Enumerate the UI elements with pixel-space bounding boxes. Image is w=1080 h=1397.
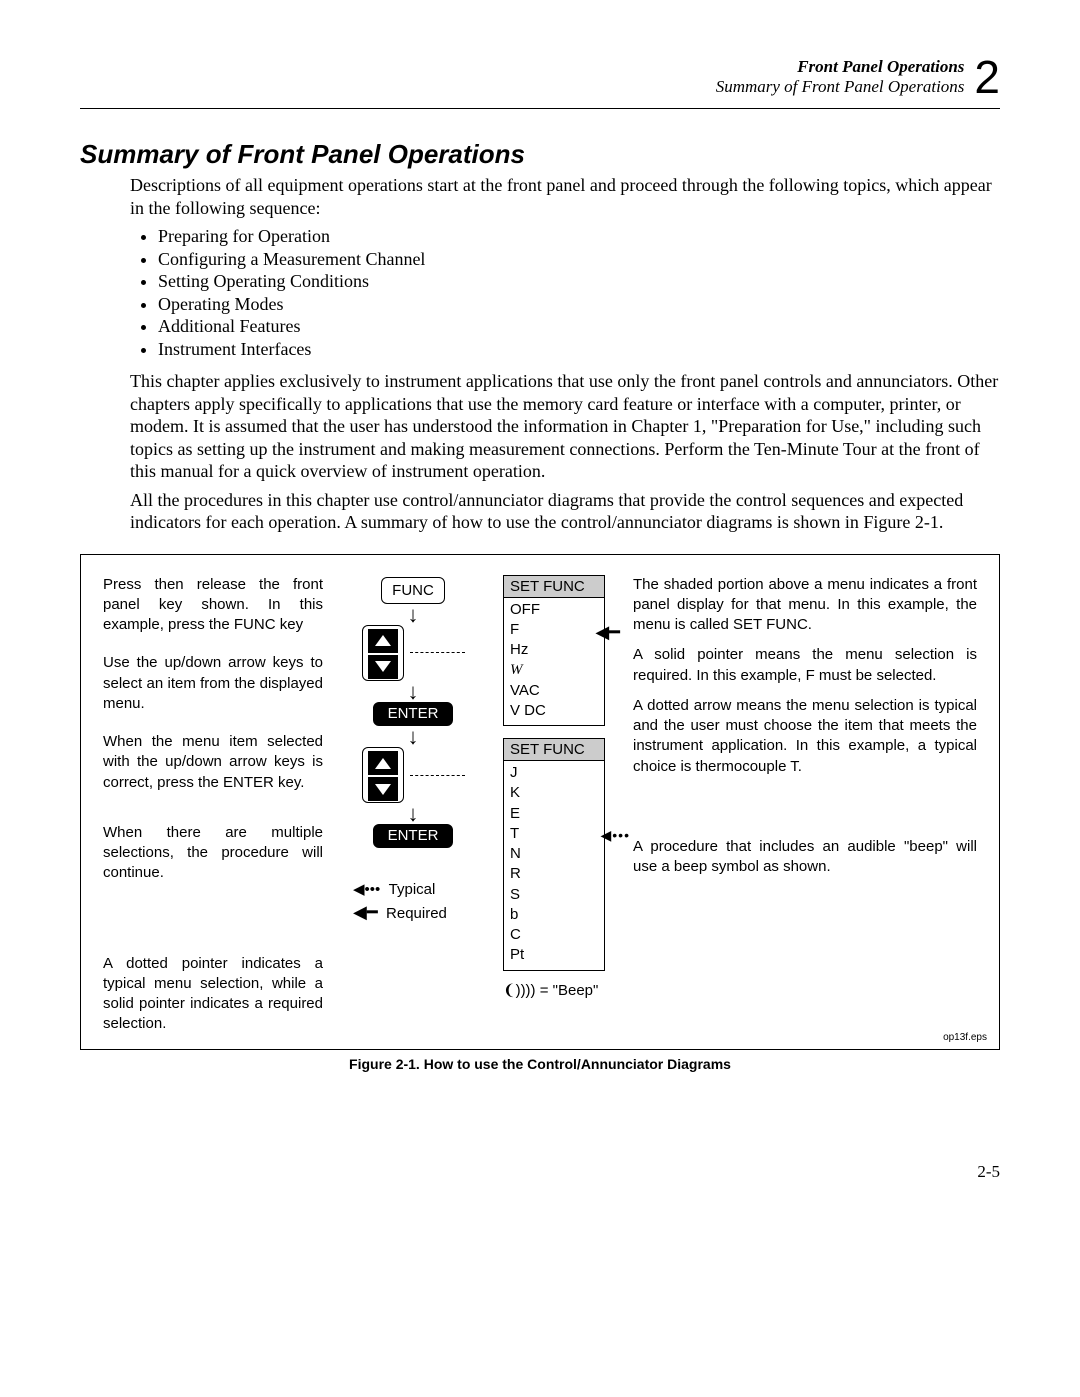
topic-item: Setting Operating Conditions [158, 270, 1000, 293]
down-arrow-icon [368, 655, 398, 679]
dashed-connector [410, 652, 465, 653]
enter-key: ENTER [373, 824, 454, 848]
beep-icon: ❨)))) [503, 982, 536, 999]
topic-item: Operating Modes [158, 293, 1000, 316]
intro-paragraph: Descriptions of all equipment operations… [130, 174, 1000, 219]
flow-arrow-icon: ↓ [408, 730, 419, 743]
fig-left-p4: When there are multiple selections, the … [103, 823, 323, 884]
fig-left-p5: A dotted pointer indicates a typical men… [103, 954, 323, 1035]
figure-box: Press then release the front panel key s… [80, 554, 1000, 1050]
arrow-keys [362, 747, 404, 803]
legend-typical-row: ◀••• Typical [353, 880, 447, 898]
down-arrow-icon [368, 777, 398, 801]
topics-list: Preparing for Operation Configuring a Me… [130, 225, 1000, 360]
page-number: 2-5 [80, 1162, 1000, 1182]
fig-right-p3: A dotted arrow means the menu selection … [633, 696, 977, 777]
fig-right-p2: A solid pointer means the menu selection… [633, 645, 977, 686]
fig-left-p1: Press then release the front panel key s… [103, 575, 323, 636]
func-key: FUNC [381, 577, 445, 604]
topic-item: Preparing for Operation [158, 225, 1000, 248]
header-text-block: Front Panel Operations Summary of Front … [716, 57, 965, 98]
flow-arrow-icon: ↓ [408, 685, 419, 698]
solid-pointer-icon: ◀━ [595, 620, 620, 644]
fig-right-p1: The shaded portion above a menu indicate… [633, 575, 977, 636]
section-title: Summary of Front Panel Operations [80, 139, 1000, 170]
chapter-number: 2 [974, 50, 1000, 104]
enter-key: ENTER [373, 702, 454, 726]
up-arrow-icon [368, 751, 398, 775]
menu-box-2: SET FUNC J K E T◀••• N R S b C Pt [503, 738, 605, 971]
menu-title: SET FUNC [504, 576, 604, 598]
flow-arrow-icon: ↓ [408, 807, 419, 820]
figure-left-column: Press then release the front panel key s… [103, 575, 323, 1035]
header-line2: Summary of Front Panel Operations [716, 77, 965, 97]
topic-item: Instrument Interfaces [158, 338, 1000, 361]
solid-arrow-icon: ◀━ [353, 902, 378, 922]
menu-title: SET FUNC [504, 739, 604, 761]
menu-items: J K E T◀••• N R S b C Pt [504, 761, 604, 970]
paragraph-2: This chapter applies exclusively to inst… [130, 370, 1000, 483]
topic-item: Configuring a Measurement Channel [158, 248, 1000, 271]
topic-item: Additional Features [158, 315, 1000, 338]
menu-items: OFF F◀━ Hz W VAC V DC [504, 598, 604, 726]
figure-center-flow: FUNC ↓ ↓ ENTER ↓ [323, 575, 503, 1035]
figure-right-column: The shaded portion above a menu indicate… [633, 575, 977, 1035]
fig-right-p4: A procedure that includes an audible "be… [633, 837, 977, 878]
menu-box-1: SET FUNC OFF F◀━ Hz W VAC V DC [503, 575, 605, 727]
dotted-arrow-icon: ◀••• [353, 881, 380, 898]
flow-arrow-icon: ↓ [408, 608, 419, 621]
paragraph-3: All the procedures in this chapter use c… [130, 489, 1000, 534]
up-arrow-icon [368, 629, 398, 653]
eps-filename: op13f.eps [943, 1032, 987, 1043]
header-line1: Front Panel Operations [716, 57, 965, 77]
figure-caption: Figure 2-1. How to use the Control/Annun… [80, 1056, 1000, 1072]
figure-menu-column: SET FUNC OFF F◀━ Hz W VAC V DC SET FUNC … [503, 575, 633, 1035]
page-header: Front Panel Operations Summary of Front … [80, 50, 1000, 109]
fig-left-p2: Use the up/down arrow keys to select an … [103, 653, 323, 714]
dotted-pointer-icon: ◀••• [601, 826, 630, 845]
beep-legend: ❨)))) = "Beep" [503, 981, 633, 999]
dashed-connector [410, 775, 465, 776]
arrow-keys [362, 625, 404, 681]
fig-left-p3: When the menu item selected with the up/… [103, 732, 323, 793]
legend-required-row: ◀━ Required [353, 902, 447, 923]
